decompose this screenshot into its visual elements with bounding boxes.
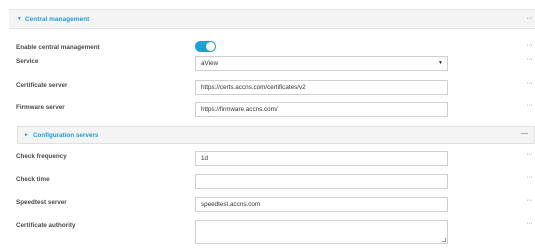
service-label: Service [16, 58, 39, 65]
check-frequency-label: Check frequency [16, 153, 67, 160]
triangle-right-icon: ► [24, 132, 29, 138]
firmware-server-label: Firmware server [16, 104, 65, 111]
more-dots-icon[interactable]: ··· [527, 197, 533, 204]
row-firmware-server: Firmware server https://firmware.accns.c… [16, 102, 535, 120]
more-dots-icon[interactable]: ··· [527, 102, 533, 109]
subsection-title: Configuration servers [32, 131, 99, 139]
resize-handle-icon[interactable] [442, 238, 446, 242]
more-dots-icon[interactable]: ··· [527, 15, 533, 22]
more-dots-icon[interactable]: ··· [527, 151, 533, 158]
triangle-down-icon: ▼ [17, 16, 22, 22]
enable-central-management-label: Enable central management [16, 44, 100, 51]
configuration-servers-header[interactable]: ► Configuration servers — [17, 126, 535, 144]
certificate-server-input[interactable]: https://certs.accns.com/certificates/v2 [195, 80, 448, 95]
certificate-authority-textarea[interactable] [195, 220, 448, 244]
certificate-server-label: Certificate server [16, 82, 68, 89]
row-certificate-authority: Certificate authority ··· [16, 220, 535, 246]
row-speedtest-server: Speedtest server speedtest.accns.com ··· [16, 197, 535, 215]
caret-down-icon: ▼ [438, 60, 443, 66]
check-time-input[interactable] [195, 174, 448, 189]
certificate-authority-label: Certificate authority [16, 222, 76, 229]
row-service: Service aView ▼ ··· [16, 56, 535, 74]
more-dots-icon[interactable]: ··· [527, 56, 533, 63]
check-time-label: Check time [16, 176, 50, 183]
toggle-knob [206, 42, 215, 51]
more-dots-icon[interactable]: ··· [527, 42, 533, 49]
row-check-time: Check time ··· [16, 174, 535, 192]
speedtest-server-label: Speedtest server [16, 199, 67, 206]
central-management-header[interactable]: ▼ Central management ··· [9, 9, 535, 29]
more-dots-icon[interactable]: ··· [527, 174, 533, 181]
section-title: Central management [24, 15, 90, 23]
enable-central-management-toggle[interactable] [195, 41, 216, 52]
check-frequency-input[interactable]: 1d [195, 151, 448, 166]
minus-icon[interactable]: — [521, 130, 528, 137]
row-certificate-server: Certificate server https://certs.accns.c… [16, 80, 535, 98]
service-select[interactable]: aView ▼ [195, 56, 448, 71]
more-dots-icon[interactable]: ··· [527, 220, 533, 227]
more-dots-icon[interactable]: ··· [527, 80, 533, 87]
row-check-frequency: Check frequency 1d ··· [16, 151, 535, 169]
firmware-server-input[interactable]: https://firmware.accns.com/ [195, 102, 448, 117]
speedtest-server-input[interactable]: speedtest.accns.com [195, 197, 448, 212]
service-select-value: aView [201, 60, 219, 67]
